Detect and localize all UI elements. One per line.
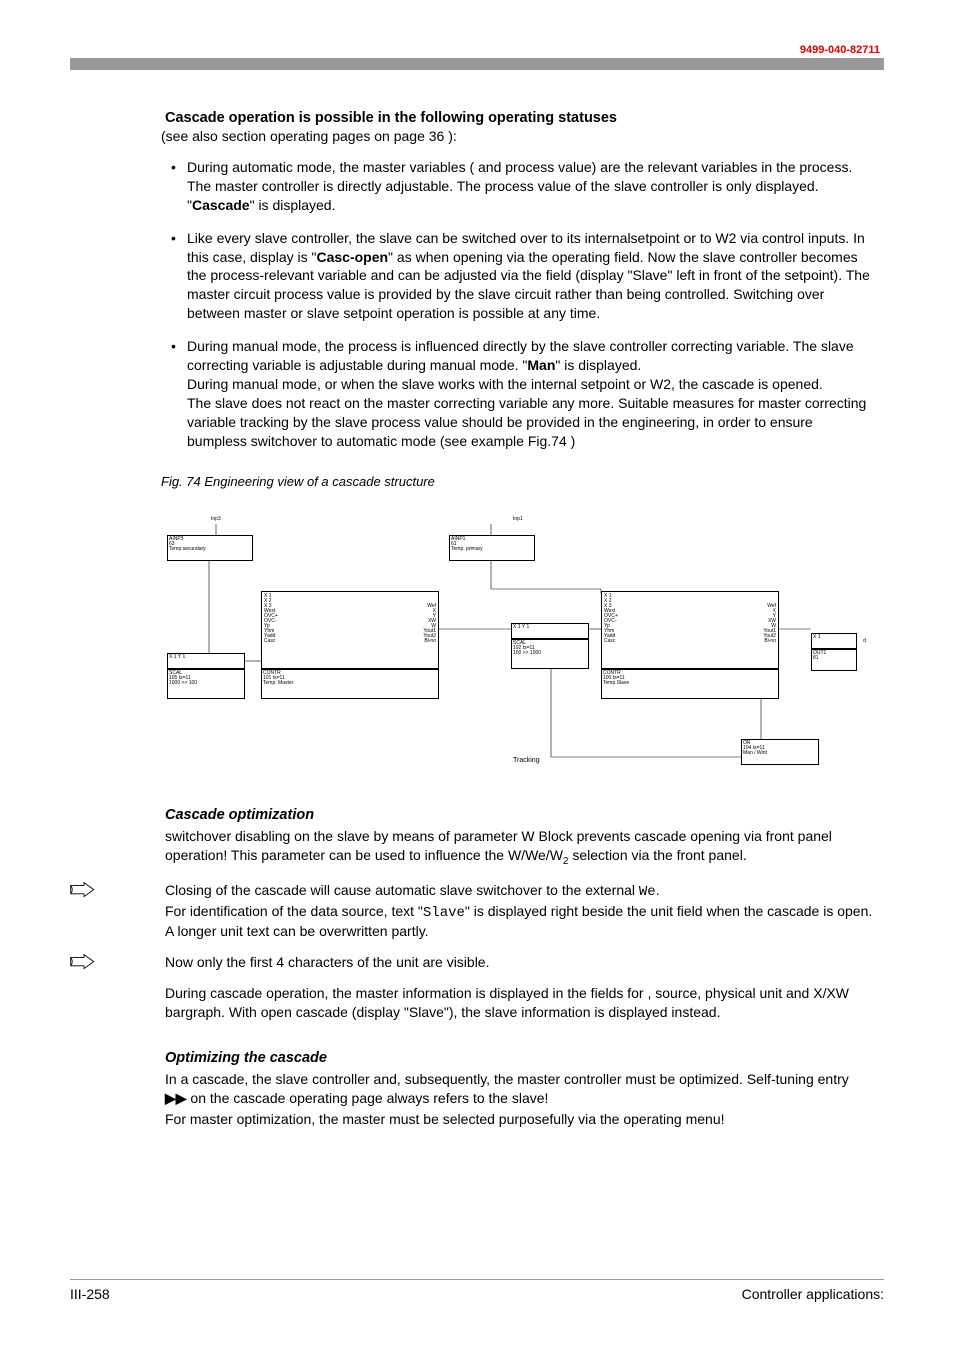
page-footer: III-258 Controller applications: bbox=[70, 1279, 884, 1302]
paragraph: switchover disabling on the slave by mea… bbox=[165, 827, 874, 868]
bold-text: Man bbox=[527, 357, 555, 373]
section-heading: Cascade optimization bbox=[165, 807, 874, 823]
diagram-lines bbox=[161, 499, 881, 779]
text: selection via the front panel. bbox=[568, 847, 746, 863]
text: Closing of the cascade will cause automa… bbox=[165, 882, 639, 898]
hand-pointing-icon bbox=[70, 953, 98, 973]
text: " is displayed. bbox=[250, 197, 336, 213]
header-bar bbox=[70, 58, 884, 70]
figure-caption: Fig. 74 Engineering view of a cascade st… bbox=[161, 474, 874, 489]
section-heading: Cascade operation is possible in the fol… bbox=[165, 110, 874, 126]
engineering-diagram: AINP3 63 Temp.secundary Inp3 AINP1 61 Te… bbox=[161, 499, 881, 779]
paragraph: During cascade operation, the master inf… bbox=[165, 984, 874, 1022]
text: During manual mode, the process is influ… bbox=[187, 338, 854, 373]
arrow-icon: ▶▶ bbox=[165, 1090, 187, 1106]
text: on the cascade operating page always ref… bbox=[187, 1090, 549, 1106]
paragraph: In a cascade, the slave controller and, … bbox=[165, 1070, 874, 1108]
bold-text: Casc-open bbox=[316, 249, 388, 265]
list-item: During manual mode, the process is influ… bbox=[165, 337, 874, 450]
page-content: Cascade operation is possible in the fol… bbox=[165, 110, 874, 1141]
paragraph: For master optimization, the master must… bbox=[165, 1110, 874, 1129]
paragraph: Closing of the cascade will cause automa… bbox=[165, 881, 874, 942]
list-item: Like every slave controller, the slave c… bbox=[165, 229, 874, 323]
document-code: 9499-040-82711 bbox=[796, 44, 884, 56]
footer-title: Controller applications: bbox=[742, 1286, 884, 1302]
mono-text: We bbox=[639, 884, 656, 900]
text: Now only the first 4 characters of the u… bbox=[165, 954, 489, 970]
text: During manual mode, or when the slave wo… bbox=[187, 376, 866, 449]
bullet-list: During automatic mode, the master variab… bbox=[165, 158, 874, 450]
bold-text: Cascade bbox=[192, 197, 250, 213]
list-item: During automatic mode, the master variab… bbox=[165, 158, 874, 215]
section-heading: Optimizing the cascade bbox=[165, 1050, 874, 1066]
page-number: III-258 bbox=[70, 1286, 110, 1302]
mono-text: Slave bbox=[423, 905, 465, 921]
hand-pointing-icon bbox=[70, 881, 98, 901]
section-subnote: (see also section operating pages on pag… bbox=[161, 128, 874, 144]
text: In a cascade, the slave controller and, … bbox=[165, 1071, 849, 1087]
paragraph: Now only the first 4 characters of the u… bbox=[165, 953, 874, 972]
text: " is displayed. bbox=[555, 357, 641, 373]
